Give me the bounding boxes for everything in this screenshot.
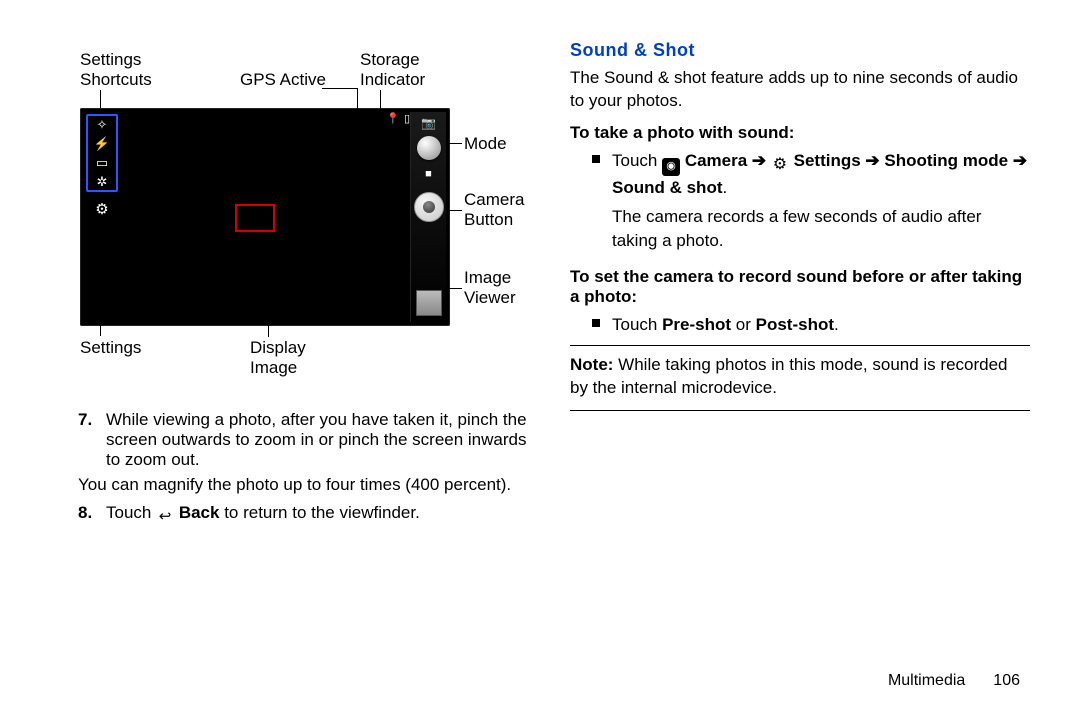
divider — [570, 345, 1030, 346]
take-photo-heading: To take a photo with sound: — [570, 123, 1030, 143]
gps-pin-icon: 📍 — [386, 112, 400, 125]
shutter-button — [414, 192, 444, 222]
set-record-heading: To set the camera to record sound before… — [570, 267, 1030, 307]
step-7-text: While viewing a photo, after you have ta… — [106, 410, 530, 470]
callout-display-image: Display Image — [250, 338, 306, 379]
flash-icon: ⚡ — [94, 137, 110, 150]
callout-image-viewer: Image Viewer — [464, 268, 516, 309]
page-footer: Multimedia106 — [888, 672, 1020, 690]
still-camera-icon: 📷 — [421, 116, 436, 130]
bullet-2-text: Touch Pre-shot or Post-shot. — [612, 313, 839, 337]
camera-body: 📍 ▯ ✧ ⚡ ▭ ✲ ⚙ 📷 ■ — [80, 108, 450, 326]
focus-square — [235, 204, 275, 232]
bullet-icon — [592, 155, 600, 163]
back-icon: ↩ — [156, 507, 174, 525]
section-title: Sound & Shot — [570, 40, 1030, 61]
gallery-thumbnail — [416, 290, 442, 316]
bullet-icon — [592, 319, 600, 327]
callout-settings-shortcuts: Settings Shortcuts — [80, 50, 152, 91]
callout-settings: Settings — [80, 338, 141, 358]
step-7-subtext: You can magnify the photo up to four tim… — [78, 474, 530, 497]
camera-diagram: Settings Shortcuts GPS Active Storage In… — [50, 40, 510, 370]
settings-gear-icon: ⚙ — [95, 200, 108, 218]
effects-icon: ✧ — [97, 118, 108, 131]
callout-mode: Mode — [464, 134, 507, 154]
camera-app-icon: ◉ — [662, 158, 680, 176]
callout-storage-indicator: Storage Indicator — [360, 50, 425, 91]
step-number-7: 7. — [78, 410, 96, 470]
callout-gps-active: GPS Active — [240, 70, 326, 90]
divider — [570, 410, 1030, 411]
video-icon: ■ — [425, 168, 432, 180]
mode-dial — [417, 136, 441, 160]
settings-inline-icon: ⚙ — [771, 156, 789, 174]
intro-text: The Sound & shot feature adds up to nine… — [570, 67, 1030, 113]
bullet-1-text: Touch ◉ Camera ➔ ⚙ Settings ➔ Shooting m… — [612, 149, 1030, 253]
callout-camera-button: Camera Button — [464, 190, 524, 231]
brightness-icon: ✲ — [97, 175, 108, 188]
step-number-8: 8. — [78, 503, 96, 525]
settings-shortcuts-group: ✧ ⚡ ▭ ✲ — [86, 114, 118, 192]
note-text: Note: While taking photos in this mode, … — [570, 354, 1030, 400]
metering-icon: ▭ — [96, 156, 108, 169]
step-8-text: Touch ↩ Back to return to the viewfinder… — [106, 503, 420, 525]
